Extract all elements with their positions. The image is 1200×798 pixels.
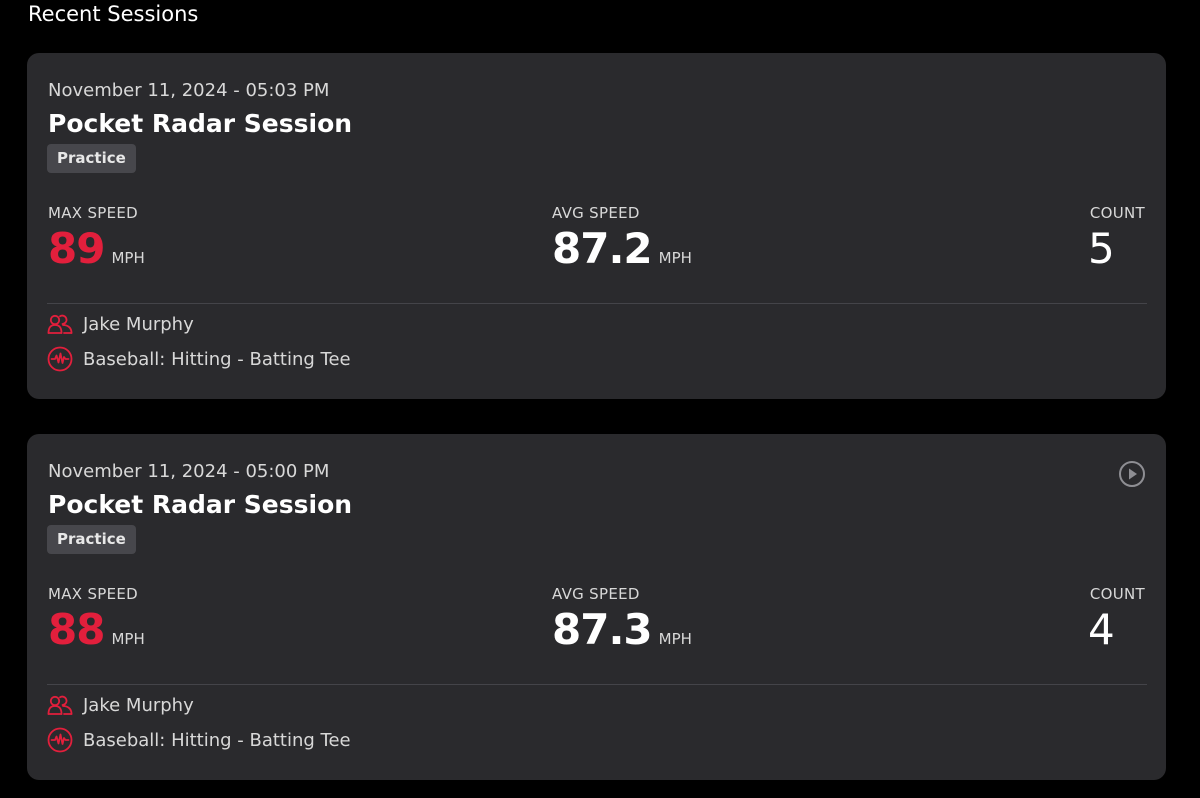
activity-name: Baseball: Hitting - Batting Tee (83, 729, 351, 751)
session-date: November 11, 2024 - 05:03 PM (48, 80, 330, 101)
athletes-icon (47, 692, 73, 718)
avg-speed-value: 87.3 MPH (552, 605, 692, 664)
athlete-name: Jake Murphy (83, 694, 194, 716)
session-card[interactable]: November 11, 2024 - 05:03 PM Pocket Rada… (27, 53, 1166, 399)
count-value: 4 (1088, 605, 1115, 655)
count-value: 5 (1088, 224, 1115, 274)
count-number: 4 (1088, 605, 1115, 654)
recent-sessions-page: Recent Sessions November 11, 2024 - 05:0… (0, 0, 1200, 798)
session-type-badge: Practice (47, 525, 136, 554)
activity-pulse-icon (47, 346, 73, 372)
max-speed-value: 89 MPH (48, 224, 145, 283)
avg-speed-label: AVG SPEED (552, 204, 640, 222)
count-number: 5 (1088, 224, 1115, 273)
section-title: Recent Sessions (28, 2, 199, 26)
session-title: Pocket Radar Session (48, 490, 353, 519)
max-speed-label: MAX SPEED (48, 585, 139, 603)
max-speed-label: MAX SPEED (48, 204, 139, 222)
session-type-badge: Practice (47, 144, 136, 173)
activity-name: Baseball: Hitting - Batting Tee (83, 348, 351, 370)
avg-speed-number: 87.2 (552, 224, 653, 273)
athlete-row: Jake Murphy (47, 692, 194, 718)
card-divider (47, 303, 1147, 304)
max-speed-number: 88 (48, 605, 105, 654)
max-speed-unit: MPH (111, 249, 145, 267)
max-speed-unit: MPH (111, 630, 145, 648)
avg-speed-label: AVG SPEED (552, 585, 640, 603)
max-speed-number: 89 (48, 224, 105, 273)
avg-speed-number: 87.3 (552, 605, 653, 654)
athlete-name: Jake Murphy (83, 313, 194, 335)
card-divider (47, 684, 1147, 685)
athletes-icon (47, 311, 73, 337)
count-label: COUNT (1089, 204, 1145, 222)
athlete-row: Jake Murphy (47, 311, 194, 337)
max-speed-value: 88 MPH (48, 605, 145, 664)
session-card[interactable]: November 11, 2024 - 05:00 PM Pocket Rada… (27, 434, 1166, 780)
activity-row: Baseball: Hitting - Batting Tee (47, 727, 351, 753)
activity-pulse-icon (47, 727, 73, 753)
avg-speed-unit: MPH (658, 249, 692, 267)
play-circle-icon[interactable] (1118, 460, 1146, 488)
session-date: November 11, 2024 - 05:00 PM (48, 461, 330, 482)
avg-speed-value: 87.2 MPH (552, 224, 692, 283)
count-label: COUNT (1089, 585, 1145, 603)
activity-row: Baseball: Hitting - Batting Tee (47, 346, 351, 372)
session-title: Pocket Radar Session (48, 109, 353, 138)
avg-speed-unit: MPH (658, 630, 692, 648)
